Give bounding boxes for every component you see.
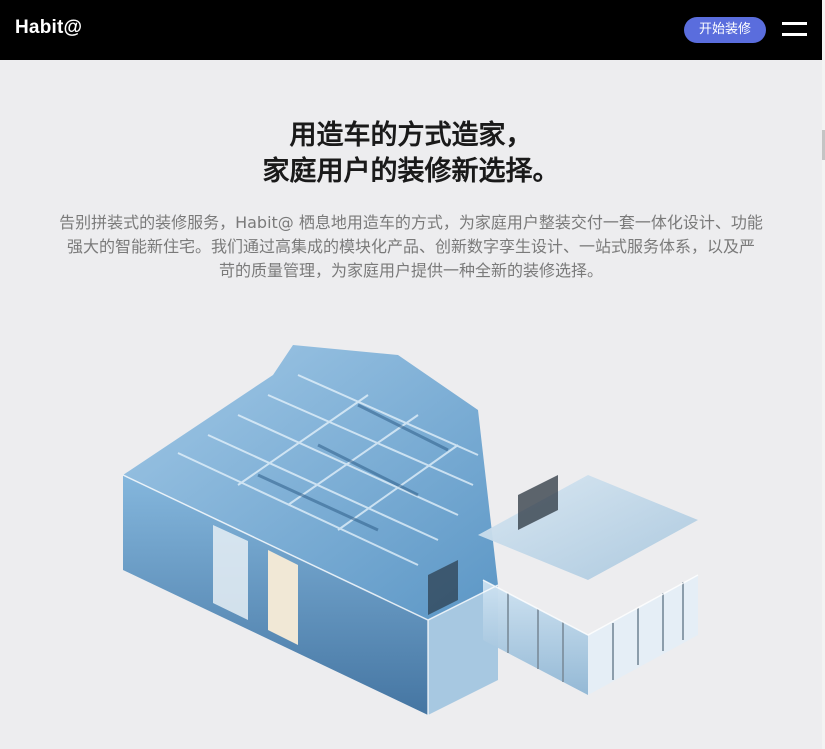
headline-line-2: 家庭用户的装修新选择。: [262, 156, 560, 187]
menu-line-top: [782, 22, 807, 25]
hero-headline: 用造车的方式造家， 家庭用户的装修新选择。: [0, 118, 822, 190]
intro-line-2: 强大的智能新住宅。我们通过高集成的模块化产品、创新数字孪生设计、一站式服务体系，…: [66, 237, 755, 256]
hero-intro-paragraph: 告别拼装式的装修服务，Habit@ 栖息地用造车的方式，为家庭用户整装交付一套一…: [48, 211, 774, 283]
habit-logo[interactable]: Habit@: [15, 17, 82, 39]
intro-line-3: 苛的质量管理，为家庭用户提供一种全新的装修选择。: [218, 261, 603, 280]
menu-line-bottom: [782, 33, 807, 36]
headline-line-1: 用造车的方式造家，: [289, 120, 533, 151]
hamburger-menu-icon[interactable]: [782, 21, 807, 39]
intro-line-1: 告别拼装式的装修服务，Habit@ 栖息地用造车的方式，为家庭用户整装交付一套一…: [59, 213, 763, 232]
start-renovation-button[interactable]: 开始装修: [684, 17, 766, 43]
modular-house-render-image: [122, 345, 699, 715]
top-navigation-bar: Habit@ 开始装修: [0, 0, 822, 60]
